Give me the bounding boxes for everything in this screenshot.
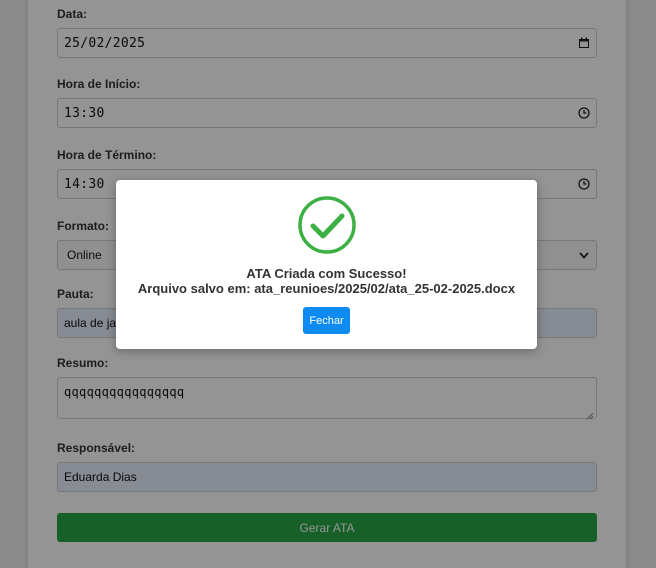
close-button[interactable]: Fechar xyxy=(303,307,350,334)
check-circle-icon xyxy=(297,195,357,255)
success-modal: ATA Criada com Sucesso! Arquivo salvo em… xyxy=(116,180,537,349)
modal-message: Arquivo salvo em: ata_reunioes/2025/02/a… xyxy=(137,281,516,296)
page: Data: 25/02/2025 Hora de Início: 13:30 H… xyxy=(0,0,656,568)
modal-title: ATA Criada com Sucesso! xyxy=(246,266,407,281)
